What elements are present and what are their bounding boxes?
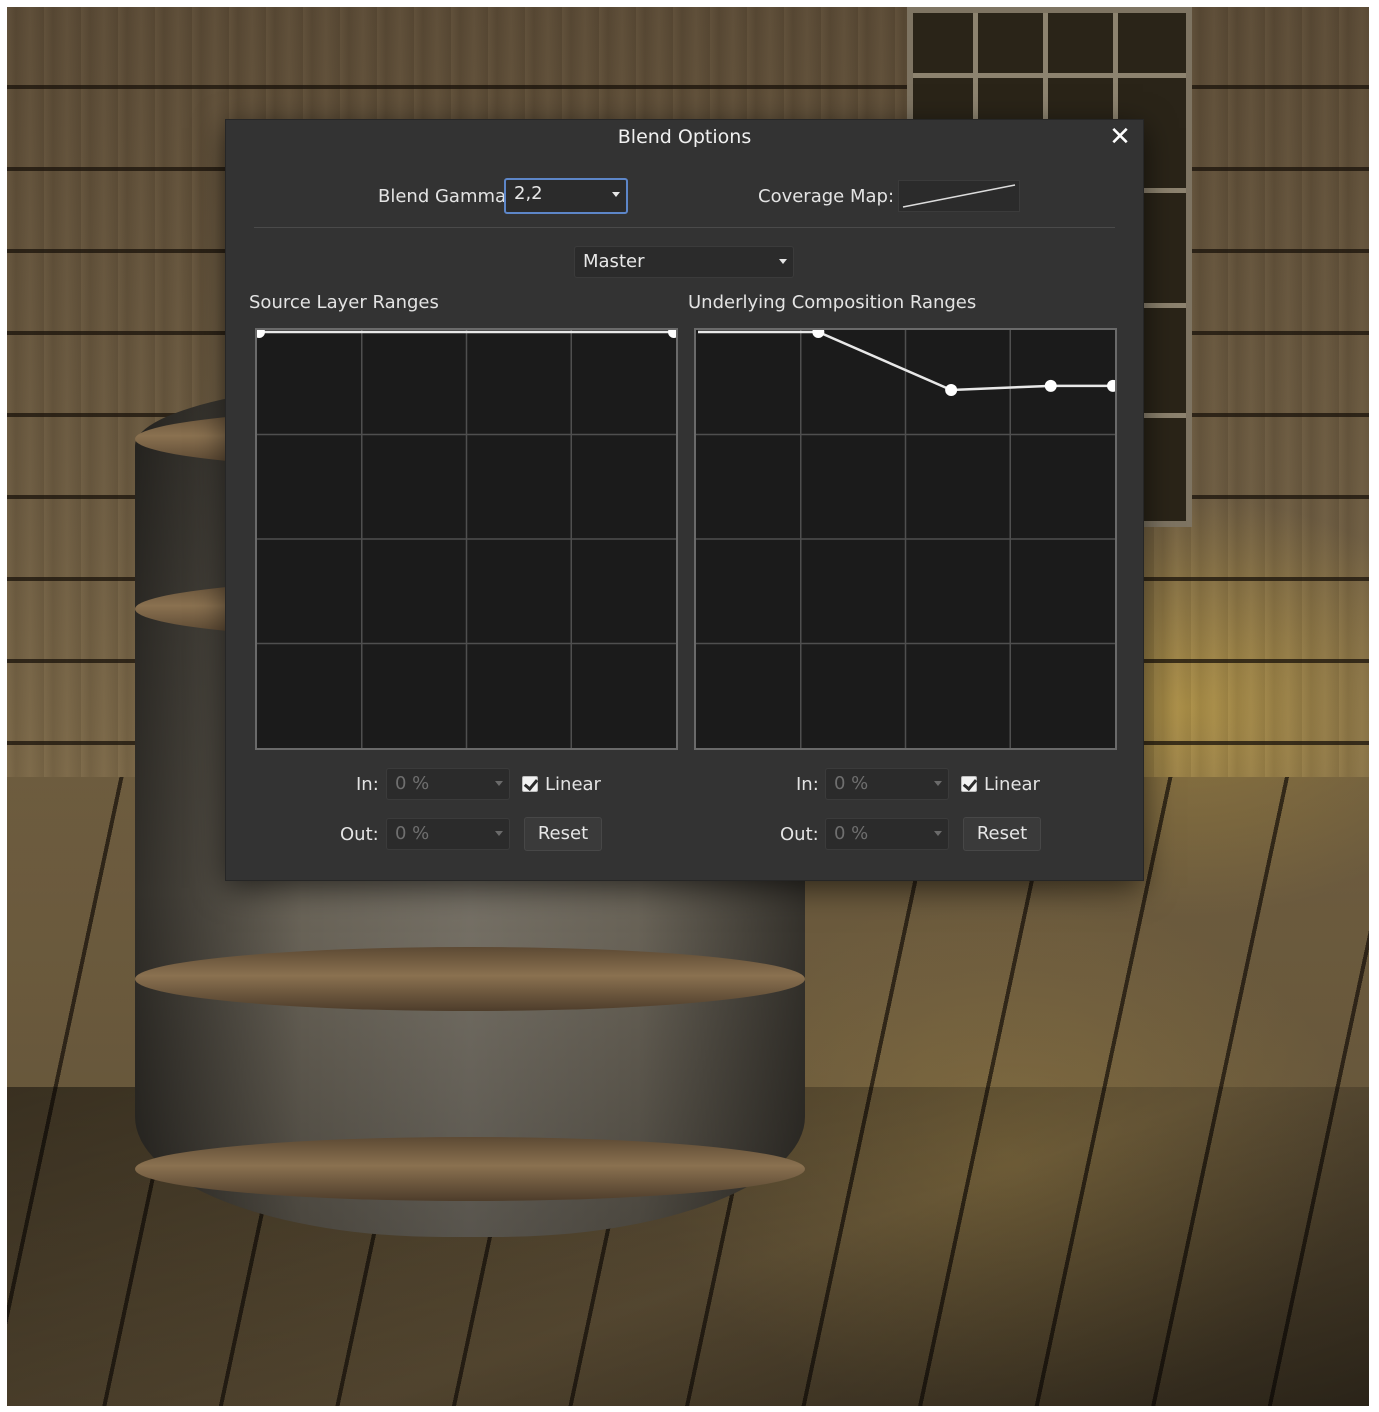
- blend-gamma-label: Blend Gamma:: [378, 186, 513, 207]
- chevron-down-icon: [495, 781, 503, 786]
- blend-gamma-combo[interactable]: 2,2: [504, 178, 628, 214]
- underlying-out-value: 0 %: [834, 823, 869, 844]
- chevron-down-icon: [934, 831, 942, 836]
- source-in-field[interactable]: 0 %: [386, 768, 510, 800]
- underlying-curve-node[interactable]: [1107, 379, 1115, 392]
- window-transom: [913, 73, 1186, 78]
- underlying-curve-node[interactable]: [945, 383, 958, 396]
- source-out-label: Out:: [340, 824, 379, 845]
- coverage-map-label: Coverage Map:: [758, 186, 895, 207]
- coverage-map-curve: [902, 184, 1016, 208]
- source-out-field[interactable]: 0 %: [386, 818, 510, 850]
- source-curve-node[interactable]: [668, 330, 676, 338]
- source-ranges-title: Source Layer Ranges: [249, 292, 439, 313]
- underlying-ranges-title: Underlying Composition Ranges: [688, 292, 977, 313]
- source-curve[interactable]: [257, 330, 676, 748]
- source-curve-node[interactable]: [257, 330, 265, 338]
- channel-value: Master: [583, 251, 645, 272]
- underlying-curve-node[interactable]: [812, 330, 825, 338]
- underlying-reset-button[interactable]: Reset: [963, 817, 1041, 851]
- underlying-in-value: 0 %: [834, 773, 869, 794]
- underlying-curve-node[interactable]: [1044, 379, 1057, 392]
- blend-gamma-value: 2,2: [514, 183, 543, 204]
- blend-options-dialog: Blend Options ✕ Blend Gamma: 2,2 Coverag…: [226, 120, 1143, 880]
- underlying-in-field[interactable]: 0 %: [825, 768, 949, 800]
- source-out-value: 0 %: [395, 823, 430, 844]
- underlying-out-field[interactable]: 0 %: [825, 818, 949, 850]
- barrel-hoop: [135, 947, 805, 1011]
- source-reset-button[interactable]: Reset: [524, 817, 602, 851]
- close-icon[interactable]: ✕: [1107, 124, 1133, 150]
- chevron-down-icon: [934, 781, 942, 786]
- chevron-down-icon: [779, 259, 787, 264]
- source-in-value: 0 %: [395, 773, 430, 794]
- underlying-out-label: Out:: [780, 824, 819, 845]
- separator: [254, 227, 1115, 228]
- chevron-down-icon: [612, 192, 620, 197]
- underlying-curve[interactable]: [696, 330, 1115, 748]
- underlying-linear-label: Linear: [984, 774, 1040, 795]
- underlying-linear-checkbox[interactable]: [961, 776, 977, 792]
- source-linear-label: Linear: [545, 774, 601, 795]
- channel-dropdown[interactable]: Master: [574, 246, 794, 278]
- coverage-map-preview[interactable]: [898, 180, 1020, 212]
- underlying-in-label: In:: [796, 774, 819, 795]
- source-linear-checkbox[interactable]: [522, 776, 538, 792]
- source-ranges-graph[interactable]: [255, 328, 678, 750]
- barrel-hoop: [135, 1137, 805, 1201]
- dialog-title: Blend Options: [617, 126, 752, 148]
- chevron-down-icon: [495, 831, 503, 836]
- underlying-ranges-graph[interactable]: [694, 328, 1117, 750]
- source-in-label: In:: [356, 774, 379, 795]
